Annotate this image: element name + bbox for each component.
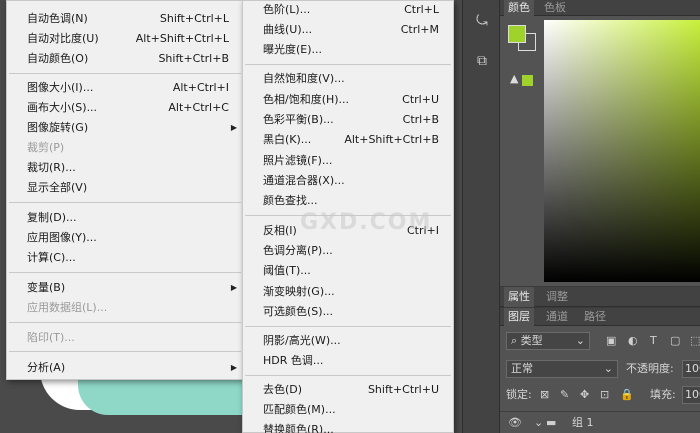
submenu-arrow-icon: ▶ [230, 283, 237, 292]
menu-separator [245, 64, 451, 65]
menu-separator [9, 351, 241, 352]
menu-item-gradient-map[interactable]: 渐变映射(G)... [243, 282, 453, 302]
blend-mode-select[interactable]: 正常 ⌄ [506, 360, 618, 378]
menu-item-analysis[interactable]: 分析(A) ▶ [7, 358, 243, 378]
menu-item-canvas-size[interactable]: 画布大小(S)... Alt+Ctrl+C [7, 98, 243, 118]
type-filter-icon[interactable]: T [650, 332, 657, 350]
menu-item-image-size[interactable]: 图像大小(I)... Alt+Ctrl+I [7, 78, 243, 98]
layer-row[interactable]: 👁 ⌄ ▬ 组 1 [500, 411, 700, 433]
menu-item-desaturate[interactable]: 去色(D) Shift+Ctrl+U [243, 380, 453, 400]
history-icon[interactable]: ⤿ [471, 10, 493, 32]
menu-item-replace-color[interactable]: 替换颜色(R)... [243, 420, 453, 433]
menu-item-curves[interactable]: 曲线(U)... Ctrl+M [243, 20, 453, 40]
menu-separator [9, 202, 241, 203]
menu-item-hue-saturation[interactable]: 色相/饱和度(H)... Ctrl+U [243, 90, 453, 110]
adjustment-filter-icon[interactable]: ◐ [628, 332, 638, 350]
image-menu: 自动色调(N) Shift+Ctrl+L 自动对比度(U) Alt+Shift+Ct… [6, 0, 244, 380]
menu-item-channel-mixer[interactable]: 通道混合器(X)... [243, 171, 453, 191]
menu-item-reveal-all[interactable]: 显示全部(V) [7, 178, 243, 198]
fill-label: 填充: [650, 388, 676, 401]
tab-adjustments[interactable]: 调整 [542, 287, 572, 307]
eye-icon[interactable]: 👁 [508, 414, 522, 432]
menu-item-vibrance[interactable]: 自然饱和度(V)... [243, 69, 453, 89]
menu-separator [9, 272, 241, 273]
layers-panel-tabs: 图层 通道 路径 [500, 308, 700, 326]
gamut-warning-icon: ▲ [510, 72, 519, 85]
menu-separator [245, 326, 451, 327]
menu-item-auto-contrast[interactable]: 自动对比度(U) Alt+Shift+Ctrl+L [7, 29, 243, 49]
menu-separator [245, 375, 451, 376]
menu-item-crop: 裁剪(P) [27, 141, 65, 154]
menu-item-hdr-toning[interactable]: HDR 色调... [243, 351, 453, 371]
blend-opacity-row: 正常⌄ 不透明度: 100 [504, 360, 700, 380]
image-filter-icon[interactable]: ▣ [606, 332, 616, 350]
chevron-down-icon: ⌄ [603, 362, 613, 375]
menu-item-auto-color[interactable]: 自动颜色(O) Shift+Ctrl+B [7, 49, 243, 69]
smart-object-filter-icon[interactable]: ⬚ [690, 332, 700, 350]
properties-panel: 属性 调整 [500, 287, 700, 307]
menu-item-color-balance[interactable]: 色彩平衡(B)... Ctrl+B [243, 110, 453, 130]
menu-item-image-rotation[interactable]: 图像旋转(G) ▶ [7, 118, 243, 138]
chevron-down-icon: ⌄ [575, 334, 585, 347]
opacity-input[interactable]: 100 [682, 360, 700, 378]
menu-item-color-lookup[interactable]: 颜色查找... [243, 191, 453, 211]
paragraph-icon[interactable]: ⧉ [471, 50, 493, 72]
lock-transparent-pixels-icon[interactable]: ⊠ [540, 386, 549, 404]
lock-all-icon[interactable]: 🔒 [620, 386, 634, 404]
tab-swatches[interactable]: 色板 [540, 0, 570, 16]
watermark-text: GXD.COM [300, 210, 433, 235]
tab-channels[interactable]: 通道 [542, 308, 572, 326]
menu-separator [9, 322, 241, 323]
menu-item-apply-data-set: 应用数据组(L)... [27, 301, 108, 314]
menu-item-variables[interactable]: 变量(B) ▶ [7, 278, 243, 298]
tab-color[interactable]: 颜色 [504, 0, 534, 16]
menu-item-match-color[interactable]: 匹配颜色(M)... [243, 400, 453, 420]
menu-item-exposure[interactable]: 曝光度(E)... [243, 40, 453, 60]
layer-filter-row: ⌕ 类型 ⌄ ▣ ◐ T ▢ ⬚ [504, 332, 700, 352]
tab-paths[interactable]: 路径 [580, 308, 610, 326]
fill-input[interactable]: 100 [682, 386, 700, 404]
color-panel-tabs: 颜色 色板 [500, 0, 700, 16]
gamut-warning-swatch[interactable] [522, 75, 533, 86]
lock-position-icon[interactable]: ✥ [580, 386, 589, 404]
menu-item-levels[interactable]: 色阶(L)... Ctrl+L [243, 0, 453, 20]
layer-name: 组 1 [572, 416, 594, 429]
menu-item-black-white[interactable]: 黑白(K)... Alt+Shift+Ctrl+B [243, 130, 453, 150]
menu-item-shadows-highlights[interactable]: 阴影/高光(W)... [243, 331, 453, 351]
layer-filter-select[interactable]: ⌕ 类型 ⌄ [506, 332, 590, 350]
menu-item-threshold[interactable]: 阈值(T)... [243, 261, 453, 281]
color-panel: 颜色 色板 ▲ [500, 0, 700, 286]
shape-filter-icon[interactable]: ▢ [670, 332, 680, 350]
foreground-color-swatch[interactable] [508, 25, 526, 43]
lock-label: 锁定: [506, 388, 532, 401]
menu-separator [9, 73, 241, 74]
submenu-arrow-icon: ▶ [230, 123, 237, 132]
lock-artboard-icon[interactable]: ⊡ [600, 386, 609, 404]
tab-layers[interactable]: 图层 [504, 308, 534, 326]
panel-icon-strip: ⤿ ⧉ [462, 0, 500, 433]
tab-properties[interactable]: 属性 [504, 287, 534, 307]
properties-panel-tabs: 属性 调整 [500, 287, 700, 307]
menu-item-auto-tone[interactable]: 自动色调(N) Shift+Ctrl+L [7, 9, 243, 29]
color-spectrum-picker[interactable] [544, 20, 700, 282]
menu-item-calculations[interactable]: 计算(C)... [7, 248, 243, 268]
menu-item-photo-filter[interactable]: 照片滤镜(F)... [243, 151, 453, 171]
chevron-down-icon[interactable]: ⌄ [534, 414, 543, 432]
lock-fill-row: 锁定: ⊠ ✎ ✥ ⊡ 🔒 填充: 100 [504, 386, 700, 406]
layers-panel: 图层 通道 路径 ⌕ 类型⌄ ▣ ◐ T ▢ ⬚ 正常⌄ 不透明度: 100 锁… [500, 308, 700, 433]
submenu-arrow-icon: ▶ [230, 363, 237, 372]
menu-item-trap: 陷印(T)... [27, 331, 75, 344]
opacity-label: 不透明度: [626, 362, 674, 375]
menu-item-duplicate[interactable]: 复制(D)... [7, 208, 243, 228]
menu-item-selective-color[interactable]: 可选颜色(S)... [243, 302, 453, 322]
lock-image-pixels-icon[interactable]: ✎ [560, 386, 569, 404]
folder-icon: ▬ [546, 416, 557, 429]
menu-item-apply-image[interactable]: 应用图像(Y)... [7, 228, 243, 248]
menu-item-trim[interactable]: 裁切(R)... [7, 158, 243, 178]
search-icon: ⌕ [511, 334, 521, 347]
